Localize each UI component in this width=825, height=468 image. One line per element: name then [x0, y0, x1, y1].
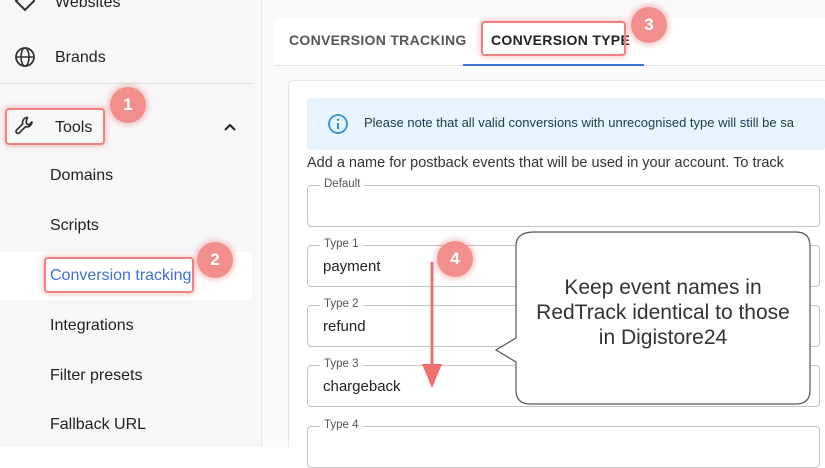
info-banner: Please note that all valid conversions w… — [307, 98, 825, 150]
conversion-tracking-highlight — [44, 257, 194, 293]
annotation-badge-3: 3 — [631, 7, 667, 43]
down-arrow-icon — [422, 262, 442, 388]
field-label: Type 4 — [320, 419, 363, 431]
sidebar-item-scripts[interactable]: Scripts — [50, 217, 99, 235]
sidebar-item-integrations[interactable]: Integrations — [50, 317, 134, 335]
callout-text: Keep event names in RedTrack identical t… — [536, 276, 790, 350]
field-value: payment — [323, 258, 381, 275]
info-icon — [328, 114, 348, 134]
sidebar-item-brands[interactable]: Brands — [0, 43, 252, 73]
sidebar-item-label: Websites — [55, 0, 121, 11]
field-label: Default — [320, 178, 365, 190]
info-banner-text: Please note that all valid conversions w… — [364, 115, 794, 130]
field-label: Type 2 — [320, 298, 363, 310]
active-tab-indicator — [463, 64, 644, 66]
globe-icon — [15, 47, 35, 67]
sidebar-item-domains[interactable]: Domains — [50, 167, 113, 185]
tab-conversion-tracking[interactable]: CONVERSION TRACKING — [289, 32, 467, 48]
sidebar-divider — [0, 83, 252, 84]
field-value: chargeback — [323, 378, 401, 395]
tag-icon — [14, 0, 35, 12]
hint-text: Add a name for postback events that will… — [307, 155, 784, 171]
type-4-field[interactable]: Type 4 — [307, 419, 820, 468]
default-type-field[interactable]: Default — [307, 178, 820, 227]
tools-highlight — [5, 108, 105, 145]
conversion-type-highlight — [481, 21, 626, 56]
sidebar-item-websites[interactable]: Websites — [0, 0, 252, 16]
annotation-badge-1: 1 — [110, 87, 146, 123]
sidebar-item-label: Brands — [55, 49, 106, 66]
annotation-badge-2: 2 — [197, 242, 233, 278]
field-value: refund — [323, 318, 366, 335]
sidebar-item-filter-presets[interactable]: Filter presets — [50, 367, 142, 385]
field-label: Type 1 — [320, 238, 363, 250]
sidebar: Websites Brands Tools Domains Scripts Co… — [0, 0, 262, 447]
sidebar-item-fallback-url[interactable]: Fallback URL — [50, 416, 146, 434]
field-label: Type 3 — [320, 358, 363, 370]
chevron-up-icon[interactable] — [222, 119, 238, 135]
